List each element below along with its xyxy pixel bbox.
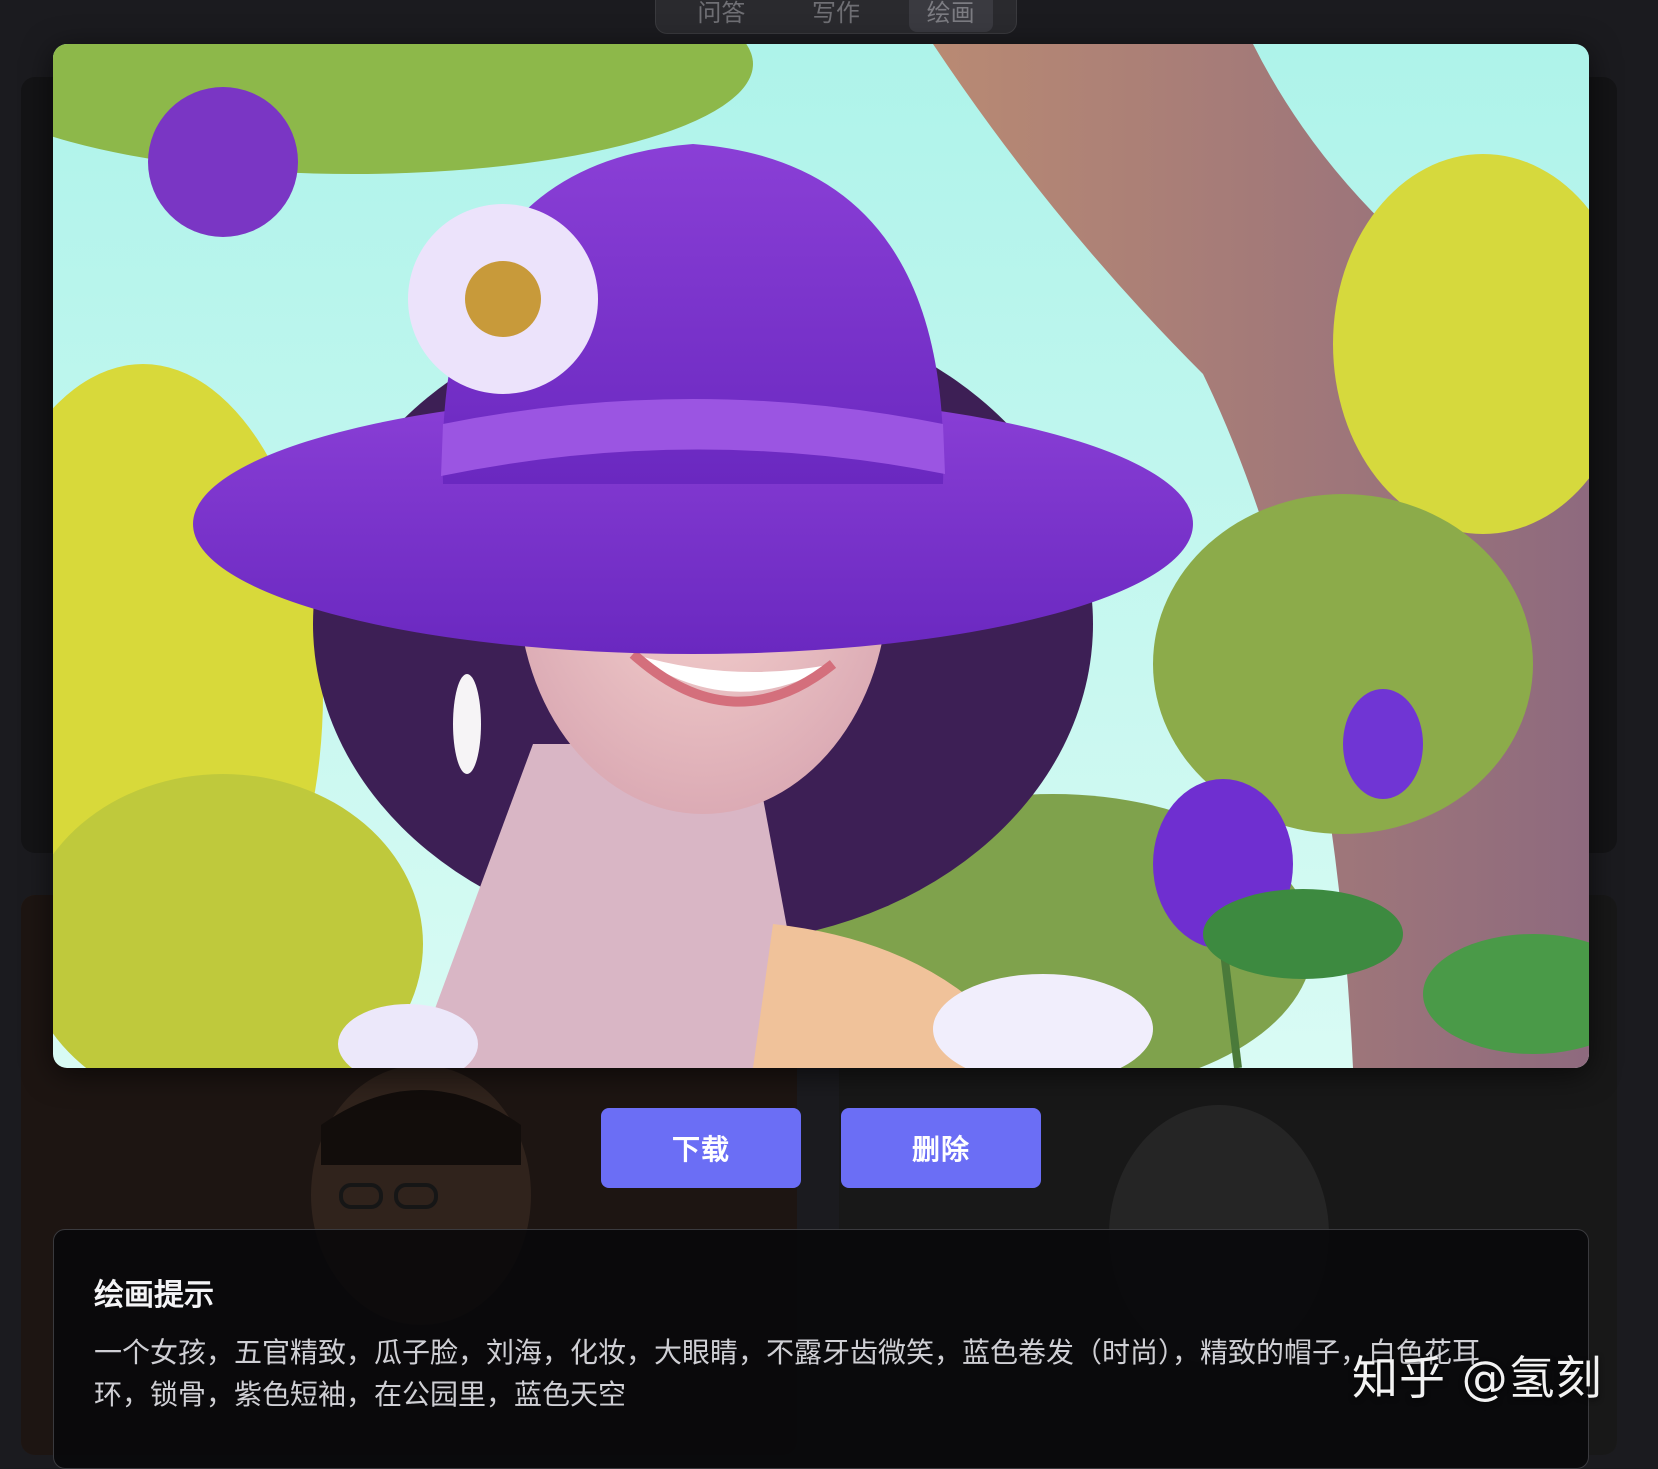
tab-painting[interactable]: 绘画 (908, 0, 993, 32)
portrait-artwork (53, 44, 1589, 1068)
generated-image (53, 44, 1589, 1068)
tab-writing[interactable]: 写作 (794, 0, 878, 32)
delete-button[interactable]: 删除 (841, 1108, 1041, 1188)
hat-flower (408, 204, 598, 394)
mode-tabs: 问答 写作 绘画 (655, 0, 1017, 34)
watermark: 知乎 @氢刻 (1352, 1351, 1603, 1405)
prompt-title: 绘画提示 (94, 1278, 214, 1313)
tab-qa[interactable]: 问答 (679, 0, 763, 32)
prompt-text: 一个女孩，五官精致，瓜子脸，刘海，化妆，大眼睛，不露牙齿微笑，蓝色卷发（时尚），… (94, 1336, 1481, 1411)
download-button[interactable]: 下载 (601, 1108, 801, 1188)
